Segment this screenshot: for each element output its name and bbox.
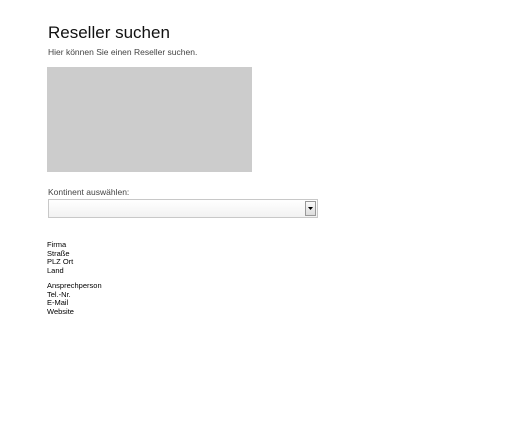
map-area[interactable] (47, 67, 252, 172)
continent-select-label: Kontinent auswählen: (48, 187, 130, 197)
continent-select[interactable] (48, 199, 318, 218)
field-country: Land (47, 265, 64, 275)
page-title: Reseller suchen (48, 23, 170, 42)
page-subtitle: Hier können Sie einen Reseller suchen. (48, 47, 198, 57)
contact-info: Ansprechperson Tel.-Nr. E-Mail Website (47, 281, 102, 316)
chevron-down-icon (308, 207, 313, 210)
dropdown-arrow-button[interactable] (305, 201, 316, 216)
field-website: Website (47, 306, 74, 316)
reseller-search-page: Reseller suchen Hier können Sie einen Re… (0, 0, 530, 426)
company-info: Firma Straße PLZ Ort Land (47, 240, 73, 275)
